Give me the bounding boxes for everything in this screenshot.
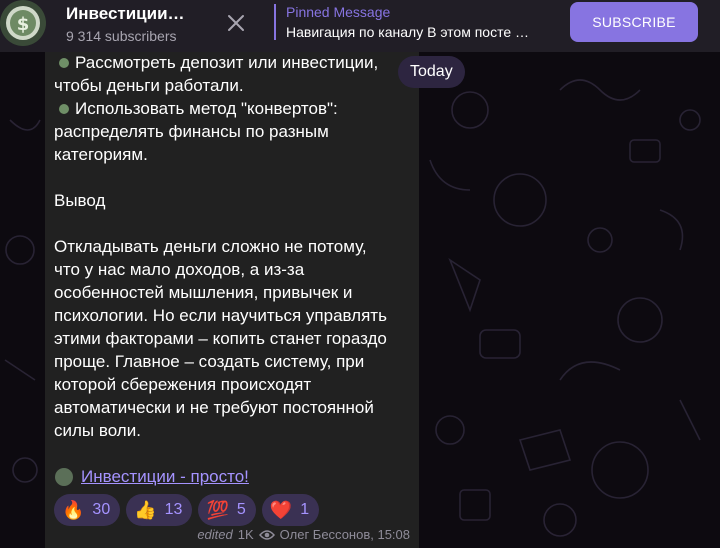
reaction-fire[interactable]: 🔥 30 (54, 494, 121, 526)
reaction-heart[interactable]: ❤️ 1 (261, 494, 320, 526)
signature: Инвестиции - просто! (55, 467, 249, 487)
message-line: Рассмотреть депозит или инвестиции, (54, 51, 414, 74)
close-icon (228, 15, 244, 31)
channel-avatar[interactable]: $ (0, 0, 46, 46)
eye-icon (258, 529, 275, 540)
reaction-thumbs-up[interactable]: 👍 13 (126, 494, 193, 526)
date-badge: Today (398, 56, 465, 88)
channel-title: Инвестиции… (66, 4, 185, 23)
message-meta: edited 1K Олег Бессонов, 15:08 (197, 527, 410, 542)
reaction-count: 5 (236, 501, 246, 518)
reaction-hundred[interactable]: 💯 5 (198, 494, 256, 526)
message-line: особенностей мышления, привычек и (54, 283, 353, 302)
thumbs-up-icon: 👍 (134, 500, 157, 520)
message-line: Использовать метод "конвертов": (54, 97, 414, 120)
message-line: которой сбережения происходят (54, 375, 312, 394)
view-count: 1K (237, 527, 254, 542)
dollar-coin-icon: $ (0, 0, 46, 46)
pinned-message-text: Навигация по каналу В этом посте … (286, 24, 530, 40)
subscriber-count: 9 314 subscribers (66, 28, 177, 44)
message-line: чтобы деньги работали. (54, 76, 244, 95)
reaction-count: 13 (164, 501, 183, 518)
subscribe-button[interactable]: SUBSCRIBE (570, 2, 698, 42)
channel-link[interactable]: Инвестиции - просто! (81, 467, 249, 487)
message-bubble[interactable]: Рассмотреть депозит или инвестиции, чтоб… (45, 52, 419, 548)
bullet-icon (59, 103, 69, 114)
message-text: Рассмотреть депозит или инвестиции, чтоб… (54, 51, 414, 442)
channel-header: $ Инвестиции… 9 314 subscribers Pinned M… (0, 0, 720, 52)
close-button[interactable] (222, 9, 250, 37)
heart-icon: ❤️ (269, 500, 293, 520)
message-line: Откладывать деньги сложно не потому, (54, 237, 367, 256)
message-line: распределять финансы по разным (54, 122, 329, 141)
edited-label: edited (197, 527, 233, 542)
message-line: категориям. (54, 145, 148, 164)
message-heading: Вывод (54, 191, 106, 210)
message-line: проще. Главное – создать систему, при (54, 352, 365, 371)
message-line: силы воли. (54, 421, 141, 440)
message-line: автоматически и не требуют постоянной (54, 398, 374, 417)
fire-icon: 🔥 (62, 500, 85, 520)
pinned-message-title: Pinned Message (286, 4, 391, 20)
author-time: Олег Бессонов, 15:08 (279, 527, 410, 542)
reaction-count: 1 (300, 501, 310, 518)
pinned-message[interactable]: Pinned Message Навигация по каналу В это… (274, 4, 554, 40)
reaction-count: 30 (92, 501, 111, 518)
hundred-icon: 💯 (206, 500, 229, 520)
bullet-icon (59, 57, 69, 68)
svg-text:$: $ (17, 14, 30, 35)
message-line: этими факторами – копить станет гораздо (54, 329, 387, 348)
message-line: психологии. Но если научиться управлять (54, 306, 387, 325)
message-line: что у нас мало доходов, а из-за (54, 260, 305, 279)
coin-icon (55, 468, 73, 486)
reactions: 🔥 30 👍 13 💯 5 ❤️ 1 (54, 494, 320, 526)
channel-info[interactable]: Инвестиции… 9 314 subscribers (66, 3, 226, 45)
